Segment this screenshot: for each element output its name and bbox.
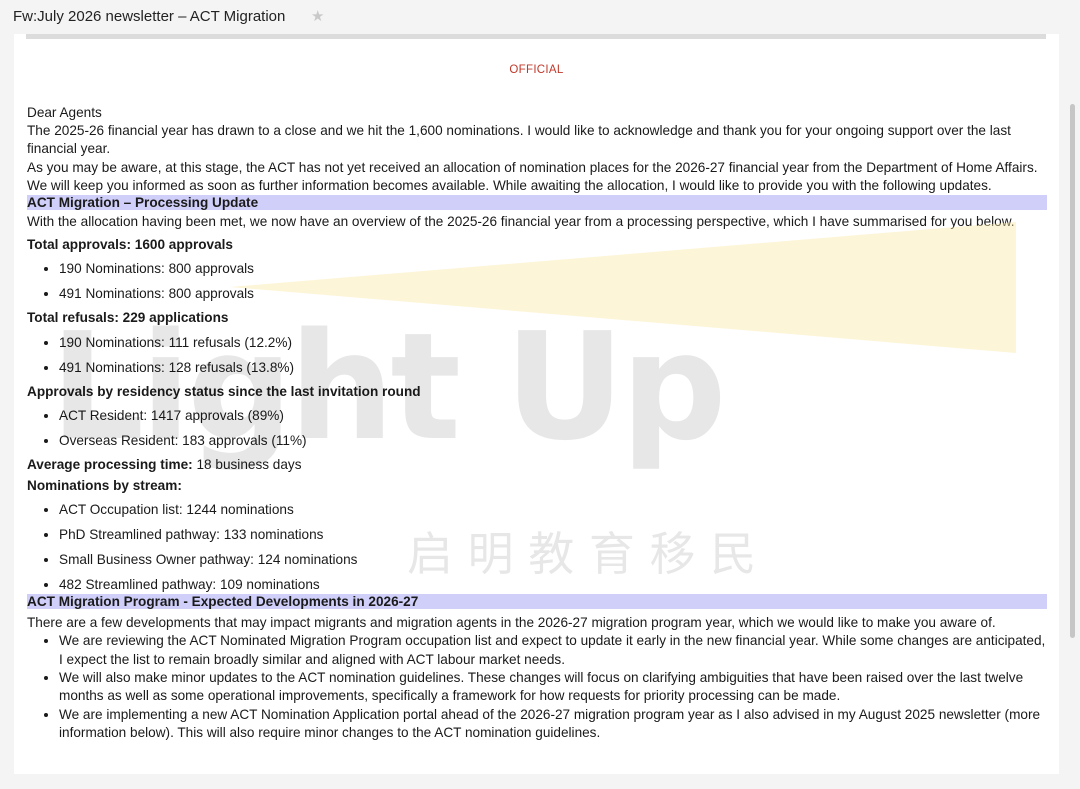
list-item: 491 Nominations: 800 approvals [59,281,1047,306]
processing-time-label: Average processing time: [27,456,193,472]
refusals-heading: Total refusals: 229 applications [27,310,229,326]
list-item: We are reviewing the ACT Nominated Migra… [59,632,1047,669]
email-body-pane: OFFICIAL Dear Agents The 2025-26 financi… [14,34,1059,774]
list-item: Small Business Owner pathway: 124 nomina… [59,547,1047,572]
list-item: Overseas Resident: 183 approvals (11%) [59,428,1047,453]
list-item: 482 Streamlined pathway: 109 nominations [59,576,1047,594]
scrollbar[interactable] [1070,104,1075,638]
list-item: 190 Nominations: 800 approvals [59,256,1047,281]
residency-heading: Approvals by residency status since the … [27,383,421,399]
greeting: Dear Agents [27,105,102,120]
section-heading-processing: ACT Migration – Processing Update [27,195,1047,211]
approvals-list: 190 Nominations: 800 approvals 491 Nomin… [27,256,1047,306]
developments-list: We are reviewing the ACT Nominated Migra… [27,632,1047,742]
section-heading-developments: ACT Migration Program - Expected Develop… [27,594,1047,610]
processing-intro: With the allocation having been met, we … [27,214,1015,230]
developments-intro: There are a few developments that may im… [27,615,996,631]
email-subject: Fw:July 2026 newsletter – ACT Migration [13,8,286,25]
residency-list: ACT Resident: 1417 approvals (89%) Overs… [27,403,1047,453]
processing-time-value: 18 business days [196,456,302,472]
email-body: Dear Agents The 2025-26 financial year h… [27,104,1047,742]
list-item: PhD Streamlined pathway: 133 nominations [59,522,1047,547]
classification-label: OFFICIAL [509,64,564,76]
list-item: 190 Nominations: 111 refusals (12.2%) [59,330,1047,355]
processing-time: Average processing time: 18 business day… [27,456,1047,474]
paragraph-2: As you may be aware, at this stage, the … [27,159,1038,193]
list-item: We are implementing a new ACT Nomination… [59,706,1047,743]
divider [26,34,1046,39]
list-item: ACT Resident: 1417 approvals (89%) [59,403,1047,428]
window-header: Fw:July 2026 newsletter – ACT Migration … [0,0,1080,34]
list-item: 491 Nominations: 128 refusals (13.8%) [59,355,1047,380]
list-item: We will also make minor updates to the A… [59,669,1047,706]
star-icon[interactable]: ★ [311,7,324,25]
stream-heading: Nominations by stream: [27,478,182,494]
refusals-list: 190 Nominations: 111 refusals (12.2%) 49… [27,330,1047,380]
approvals-heading: Total approvals: 1600 approvals [27,237,233,253]
stream-list: ACT Occupation list: 1244 nominations Ph… [27,497,1047,594]
list-item: ACT Occupation list: 1244 nominations [59,497,1047,522]
paragraph-1: The 2025-26 financial year has drawn to … [27,123,1011,157]
